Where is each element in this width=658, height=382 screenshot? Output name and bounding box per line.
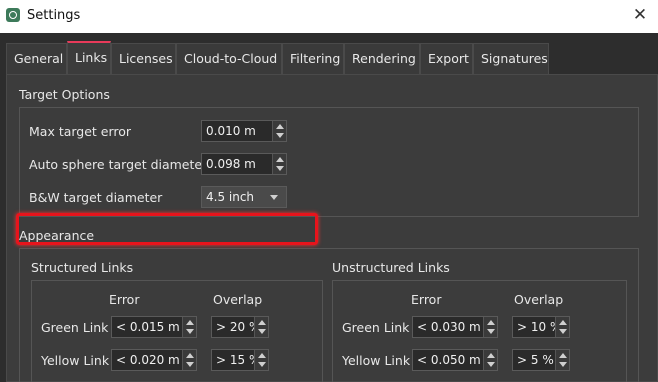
spin-arrows-icon[interactable] xyxy=(483,350,497,370)
tab-cloud-to-cloud[interactable]: Cloud-to-Cloud xyxy=(176,43,282,74)
unstructured-green-overlap-spinbox[interactable]: > 10 % xyxy=(512,316,570,338)
structured-links-title: Structured Links xyxy=(31,260,134,275)
unstructured-yellow-overlap-value: > 5 % xyxy=(517,353,554,367)
close-icon[interactable]: ✕ xyxy=(630,5,650,25)
structured-yellow-overlap-spinbox[interactable]: > 15 % xyxy=(211,349,269,371)
tab-signatures[interactable]: Signatures xyxy=(473,43,549,74)
unstructured-yellow-error-spinbox[interactable]: < 0.050 m xyxy=(412,349,498,371)
structured-yellow-error-value: < 0.020 m xyxy=(116,353,180,367)
structured-yellow-label: Yellow Link xyxy=(41,353,110,368)
unstructured-overlap-header: Overlap xyxy=(514,292,564,307)
tab-general[interactable]: General xyxy=(6,43,67,74)
unstructured-yellow-error-value: < 0.050 m xyxy=(417,353,481,367)
max-target-error-value: 0.010 m xyxy=(206,124,256,138)
unstructured-green-error-value: < 0.030 m xyxy=(417,320,481,334)
spin-arrows-icon[interactable] xyxy=(254,350,268,370)
bw-target-combobox[interactable]: 4.5 inch xyxy=(201,186,287,208)
unstructured-error-header: Error xyxy=(411,292,442,307)
structured-overlap-header: Overlap xyxy=(213,292,263,307)
spin-arrows-icon[interactable] xyxy=(483,317,497,337)
chevron-down-icon xyxy=(270,195,278,200)
unstructured-green-error-spinbox[interactable]: < 0.030 m xyxy=(412,316,498,338)
spin-arrows-icon[interactable] xyxy=(182,317,196,337)
unstructured-green-label: Green Link xyxy=(342,320,410,335)
spin-arrows-icon[interactable] xyxy=(254,317,268,337)
max-target-error-label: Max target error xyxy=(29,124,132,139)
structured-yellow-error-spinbox[interactable]: < 0.020 m xyxy=(111,349,197,371)
settings-dialog: General Links Licenses Cloud-to-Cloud Fi… xyxy=(0,33,658,382)
tab-licenses[interactable]: Licenses xyxy=(111,43,176,74)
window-title: Settings xyxy=(27,8,81,23)
tab-filtering[interactable]: Filtering xyxy=(282,43,344,74)
unstructured-links-title: Unstructured Links xyxy=(332,260,450,275)
unstructured-yellow-overlap-spinbox[interactable]: > 5 % xyxy=(512,349,570,371)
structured-green-overlap-spinbox[interactable]: > 20 % xyxy=(211,316,269,338)
title-bar: Settings ✕ xyxy=(0,0,658,33)
spin-arrows-icon[interactable] xyxy=(272,121,286,141)
tab-rendering[interactable]: Rendering xyxy=(344,43,420,74)
structured-green-label: Green Link xyxy=(41,320,109,335)
auto-sphere-spinbox[interactable]: 0.098 m xyxy=(201,153,287,175)
auto-sphere-label: Auto sphere target diameter xyxy=(29,157,208,172)
target-options-title: Target Options xyxy=(19,87,110,102)
max-target-error-spinbox[interactable]: 0.010 m xyxy=(201,120,287,142)
unstructured-yellow-label: Yellow Link xyxy=(342,353,411,368)
spin-arrows-icon[interactable] xyxy=(182,350,196,370)
tab-export[interactable]: Export xyxy=(420,43,473,74)
app-icon xyxy=(6,8,20,22)
spin-arrows-icon[interactable] xyxy=(555,350,569,370)
spin-arrows-icon[interactable] xyxy=(272,154,286,174)
bw-target-label: B&W target diameter xyxy=(29,190,163,205)
tab-links[interactable]: Links xyxy=(67,41,111,75)
auto-sphere-value: 0.098 m xyxy=(206,157,256,171)
bw-target-value: 4.5 inch xyxy=(206,190,255,204)
structured-green-error-spinbox[interactable]: < 0.015 m xyxy=(111,316,197,338)
structured-green-error-value: < 0.015 m xyxy=(116,320,180,334)
structured-error-header: Error xyxy=(109,292,140,307)
spin-arrows-icon[interactable] xyxy=(555,317,569,337)
bw-target-highlight xyxy=(16,213,318,245)
